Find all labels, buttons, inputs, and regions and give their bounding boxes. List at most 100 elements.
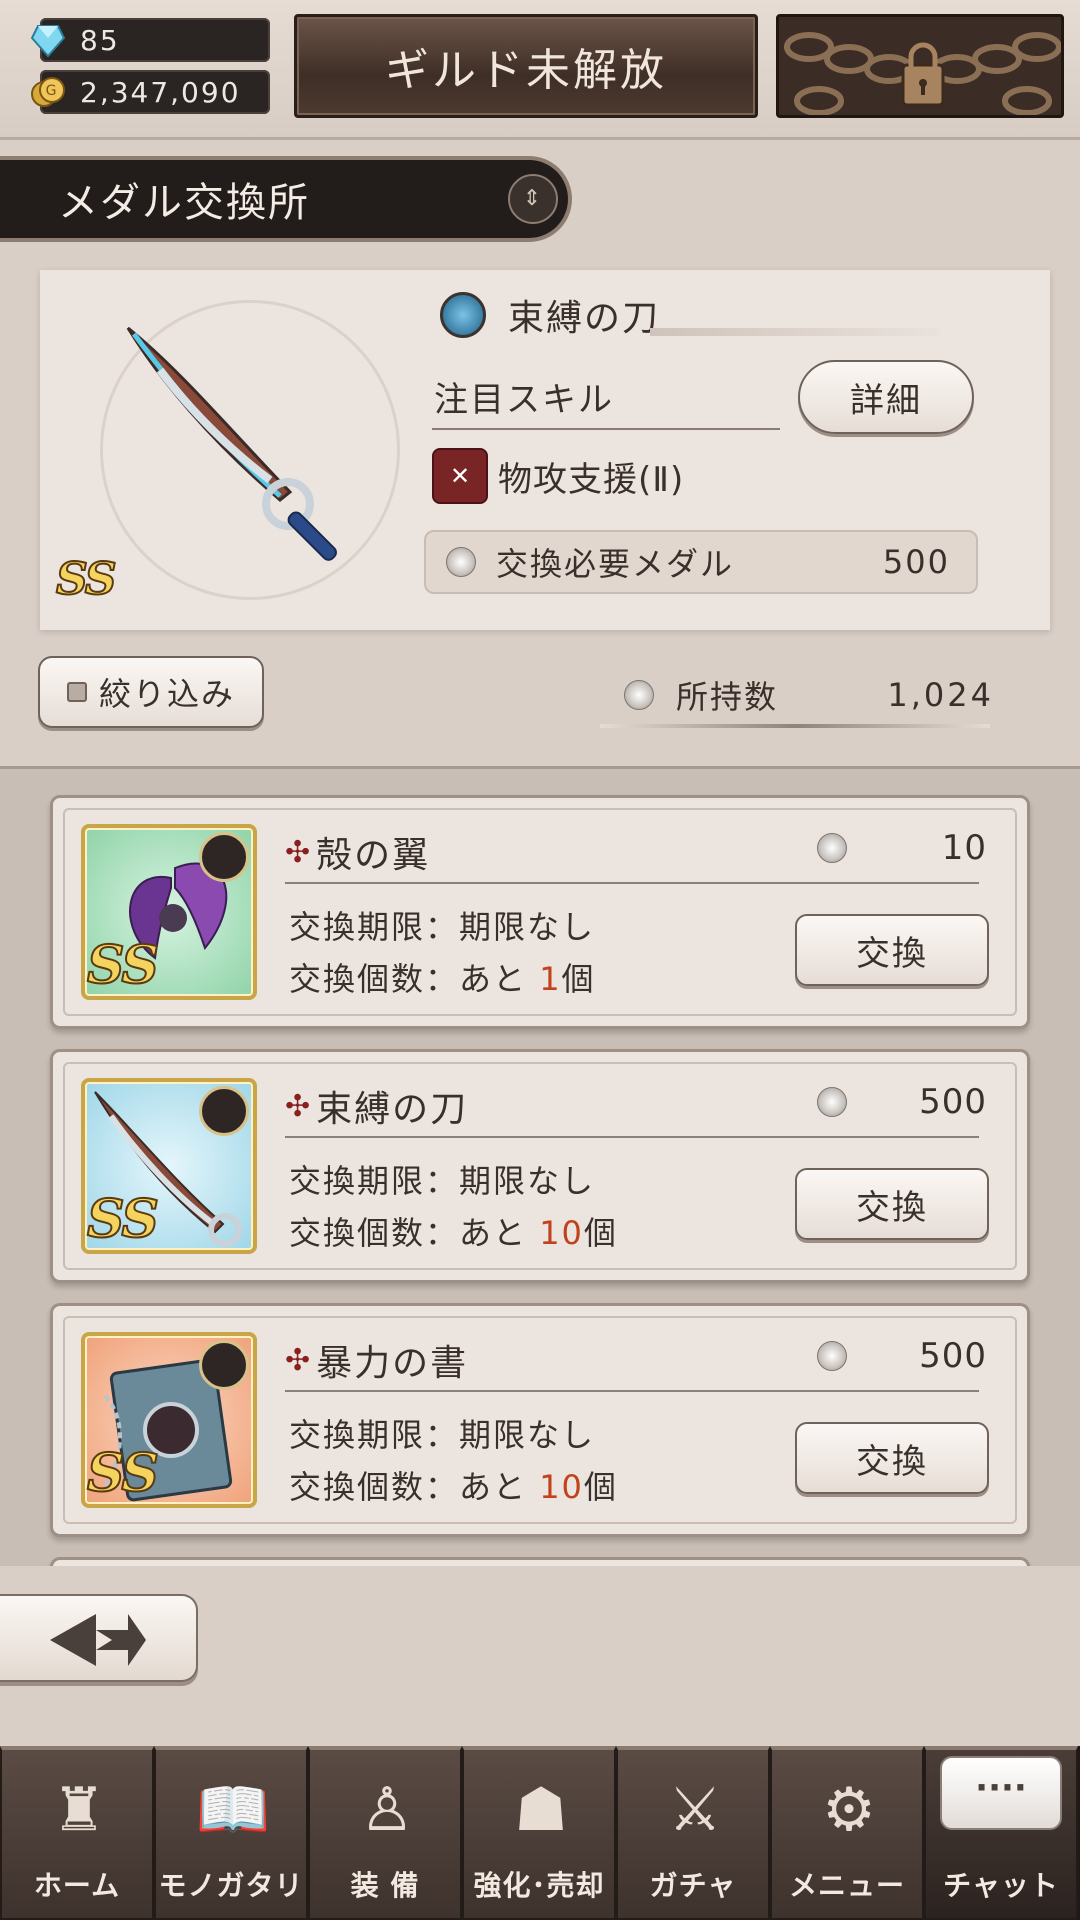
card-cost: 500	[817, 1336, 987, 1376]
cross-icon: ✣	[285, 1342, 311, 1378]
nav-upgrade-sell[interactable]: ☗ 強化･売却	[462, 1746, 616, 1920]
coin-icon: G	[31, 77, 65, 107]
card-cost: 10	[817, 828, 987, 868]
item-name-row: 束縛の刀	[440, 290, 660, 340]
required-medal-box: 交換必要メダル 500	[424, 530, 978, 594]
gem-icon	[30, 25, 66, 58]
sort-icon[interactable]: ⇕	[508, 174, 558, 224]
filter-button[interactable]: 絞り込み	[38, 656, 264, 728]
filter-checkbox-icon	[66, 682, 87, 702]
exchange-count-suffix: 個	[583, 1468, 618, 1506]
owned-value: 1,024	[887, 676, 994, 714]
back-button[interactable]	[0, 1594, 198, 1682]
section-title-bar[interactable]: メダル交換所 ⇕	[0, 156, 572, 242]
exchange-count-prefix: 交換個数：あと	[289, 960, 540, 998]
medal-icon	[817, 833, 847, 863]
exchange-count-value: 10	[539, 1468, 584, 1506]
cross-icon: ✣	[285, 1088, 311, 1124]
exchange-count-suffix: 個	[583, 1214, 618, 1252]
nav-label: ガチャ	[649, 1869, 737, 1902]
castle-icon: ♜	[52, 1775, 106, 1845]
water-element-icon	[440, 292, 486, 338]
medal-icon	[817, 1087, 847, 1117]
rarity-badge: SS	[86, 934, 160, 996]
card-cost-value: 500	[919, 1082, 987, 1122]
list-item: SS ✣ 殻の翼 10 交換期限：期限なし 交換個数：あと 1個 交換	[50, 795, 1030, 1029]
item-name: 束縛の刀	[508, 298, 661, 339]
gem-count: 85	[80, 23, 120, 57]
exchange-limit: 交換期限：期限なし	[289, 908, 596, 946]
nav-chat[interactable]: ···· チャット	[924, 1746, 1078, 1920]
item-thumbnail[interactable]: SS	[81, 1332, 257, 1508]
list-item	[50, 1557, 1030, 1566]
nav-label: ホーム	[33, 1869, 121, 1902]
medal-icon	[624, 680, 654, 710]
item-thumbnail[interactable]: SS	[81, 824, 257, 1000]
rarity-badge: SS	[86, 1442, 160, 1504]
guild-button[interactable]: ギルド未解放	[294, 14, 758, 118]
nav-home[interactable]: ♜ ホーム	[0, 1746, 154, 1920]
exchange-count: 交換個数：あと 10個	[289, 1208, 618, 1254]
exchange-list[interactable]: SS ✣ 殻の翼 10 交換期限：期限なし 交換個数：あと 1個 交換 SS ✣	[0, 766, 1080, 1566]
card-cost: 500	[817, 1082, 987, 1122]
filter-label: 絞り込み	[98, 675, 235, 713]
skill-name: 物攻支援(Ⅱ)	[498, 459, 685, 500]
nav-menu[interactable]: ⚙ メニュー	[770, 1746, 924, 1920]
crossed-swords-icon: ⚔	[668, 1775, 722, 1845]
exchange-limit: 交換期限：期限なし	[289, 1416, 596, 1454]
card-name-row: ✣ 暴力の書	[285, 1334, 468, 1386]
item-thumbnail[interactable]: SS	[81, 1078, 257, 1254]
card-name: 殻の翼	[316, 835, 431, 876]
mask-icon: ☗	[514, 1775, 568, 1845]
exchange-count-suffix: 個	[561, 960, 596, 998]
card-cost-value: 500	[919, 1336, 987, 1376]
nav-label: メニュー	[788, 1869, 905, 1902]
nav-label: チャット	[943, 1869, 1059, 1902]
medal-icon	[446, 547, 476, 577]
puppet-icon: ♙	[360, 1775, 414, 1845]
skill-row: ✕ 物攻支援(Ⅱ)	[432, 448, 684, 504]
exchange-count: 交換個数：あと 1個	[289, 954, 596, 1000]
rarity-badge: SS	[55, 553, 118, 606]
coin-count: 2,347,090	[80, 75, 241, 109]
gem-counter: 85	[30, 18, 270, 62]
nav-label: モノガタリ	[158, 1869, 304, 1902]
exchange-count: 交換個数：あと 10個	[289, 1462, 618, 1508]
svg-text:G: G	[46, 83, 59, 99]
divider	[432, 428, 780, 430]
nav-gacha[interactable]: ⚔ ガチャ	[616, 1746, 770, 1920]
rarity-badge: SS	[86, 1188, 160, 1250]
divider	[600, 724, 990, 728]
padlock-chain-icon	[784, 32, 1061, 115]
list-item: SS ✣ 暴力の書 500 交換期限：期限なし 交換個数：あと 10個 交換	[50, 1303, 1030, 1537]
locked-feature-button[interactable]	[776, 14, 1064, 118]
exchange-button[interactable]: 交換	[795, 914, 989, 986]
name-underline	[650, 328, 940, 336]
detail-button[interactable]: 詳細	[798, 360, 974, 434]
top-status-bar: 85 G 2,347,090 ギルド未解放	[0, 0, 1080, 140]
nav-equipment[interactable]: ♙ 装 備	[308, 1746, 462, 1920]
list-item: SS ✣ 束縛の刀 500 交換期限：期限なし 交換個数：あと 10個 交換	[50, 1049, 1030, 1283]
card-cost-value: 10	[941, 828, 987, 868]
section-title: メダル交換所	[58, 180, 310, 226]
exchange-count-prefix: 交換個数：あと	[289, 1468, 540, 1506]
coin-counter: G 2,347,090	[31, 70, 270, 114]
exchange-button[interactable]: 交換	[795, 1168, 989, 1240]
owned-label: 所持数	[676, 678, 779, 716]
cross-icon: ✣	[285, 834, 311, 870]
required-medal-label: 交換必要メダル	[496, 545, 735, 583]
exchange-count-value: 1	[539, 960, 562, 998]
exchange-button[interactable]: 交換	[795, 1422, 989, 1494]
bottom-navigation: ♜ ホーム 📖 モノガタリ ♙ 装 備 ☗ 強化･売却 ⚔ ガチャ ⚙ メニュー…	[0, 1746, 1080, 1920]
owned-medals: 所持数 1,024	[624, 672, 994, 718]
divider	[285, 882, 979, 884]
weapon-image	[126, 326, 337, 561]
open-book-icon: 📖	[195, 1775, 271, 1845]
octopus-icon	[199, 832, 249, 882]
back-arrow-icon	[50, 1614, 146, 1666]
book-icon	[199, 1340, 249, 1390]
divider	[285, 1136, 979, 1138]
nav-label: 強化･売却	[473, 1869, 605, 1902]
nav-story[interactable]: 📖 モノガタリ	[154, 1746, 308, 1920]
medal-icon	[817, 1341, 847, 1371]
